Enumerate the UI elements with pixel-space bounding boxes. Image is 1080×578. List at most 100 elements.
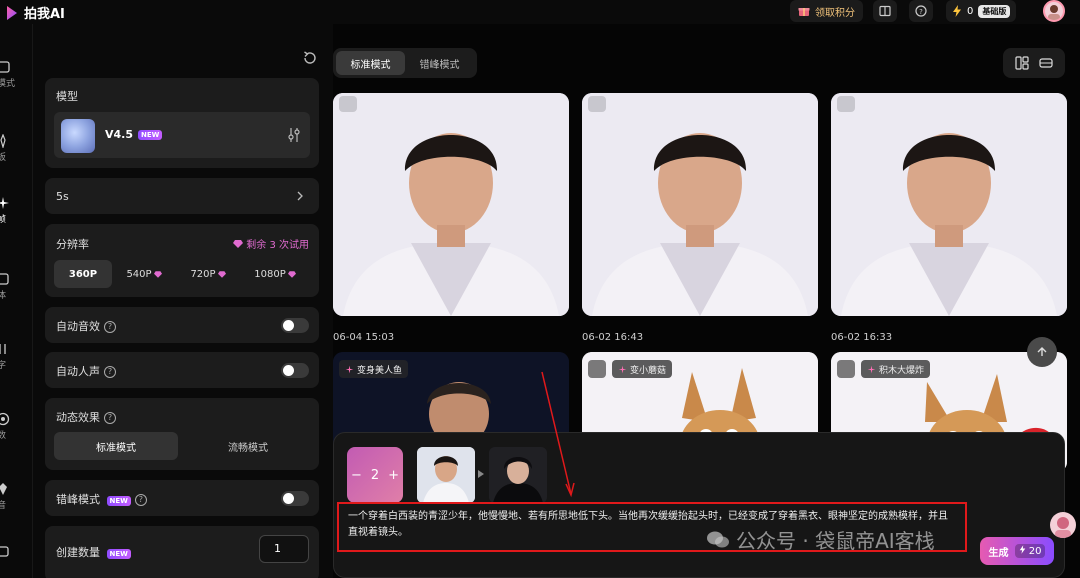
layout-panel-button[interactable] xyxy=(873,0,897,22)
count-text: 创建数量 xyxy=(56,546,100,559)
diamond-icon xyxy=(233,239,244,248)
model-name: V4.5 xyxy=(105,128,133,141)
nav-item-label: 数 xyxy=(0,431,7,441)
video-card[interactable] xyxy=(582,93,818,316)
stepper-value: 2 xyxy=(370,467,380,483)
energy-balance[interactable]: 0 基础版 xyxy=(946,0,1017,22)
model-section-label: 模型 xyxy=(56,90,78,103)
app-root: 拍我AI 领取积分 ? 0 基础版 模式 板 帧 体 字 数 音 模型 V4.5… xyxy=(0,0,1080,578)
generate-button[interactable]: 生成 20 xyxy=(980,537,1054,565)
boy-thumbnail xyxy=(417,447,475,503)
help-button[interactable]: ? xyxy=(909,0,933,22)
motion-text: 动态效果 xyxy=(56,411,100,424)
nav-item-text[interactable]: 字 xyxy=(0,342,33,378)
template-icon xyxy=(0,134,6,148)
list-view-icon[interactable] xyxy=(1039,56,1053,70)
help-icon[interactable]: ? xyxy=(104,412,116,424)
tier-badge: 基础版 xyxy=(978,4,1011,18)
motion-card: 动态效果? 标准模式 流畅模式 xyxy=(45,398,319,470)
offpeak-text: 错峰模式 xyxy=(56,493,100,506)
nav-item-more[interactable] xyxy=(0,544,33,578)
user-avatar[interactable] xyxy=(1043,0,1065,22)
motion-option-standard[interactable]: 标准模式 xyxy=(54,432,178,460)
generate-cost: 20 xyxy=(1014,544,1046,558)
nav-item-effect[interactable]: 数 xyxy=(0,412,33,448)
sparkle-icon xyxy=(0,197,9,209)
new-badge: NEW xyxy=(138,130,163,140)
help-icon[interactable]: ? xyxy=(104,366,116,378)
offpeak-label: 错峰模式 NEW? xyxy=(56,491,147,507)
claim-points-label: 领取积分 xyxy=(815,7,855,19)
resolution-label: 分辨率 xyxy=(56,238,89,251)
minus-icon[interactable]: − xyxy=(351,468,362,483)
nav-item-label: 音 xyxy=(0,501,7,511)
count-card: 创建数量 NEW 1 xyxy=(45,526,319,578)
sound-icon xyxy=(837,360,855,378)
energy-count: 0 xyxy=(967,5,974,17)
trial-remaining: 剩余 3 次试用 xyxy=(233,236,309,251)
auto-voice-text: 自动人声 xyxy=(56,365,100,378)
audio-icon xyxy=(0,483,7,495)
sound-icon xyxy=(588,360,606,378)
video-card[interactable] xyxy=(831,93,1067,316)
auto-sfx-text: 自动音效 xyxy=(56,320,100,333)
motion-segmented: 标准模式 流畅模式 xyxy=(54,432,310,460)
resolution-option-label: 1080P xyxy=(254,268,286,280)
count-input[interactable]: 1 xyxy=(259,535,309,563)
tab-offpeak[interactable]: 错峰模式 xyxy=(405,51,474,75)
plus-icon[interactable]: + xyxy=(388,468,399,483)
card-tag-icon xyxy=(588,96,606,112)
view-layout-toggle xyxy=(1003,48,1065,78)
model-thumbnail xyxy=(61,119,95,153)
sparkle-icon xyxy=(618,365,627,373)
resolution-option-1080p[interactable]: 1080P xyxy=(240,260,310,288)
duration-selector[interactable]: 5s xyxy=(45,178,319,214)
offpeak-toggle[interactable] xyxy=(281,491,309,506)
claim-points-button[interactable]: 领取积分 xyxy=(790,0,863,22)
tab-standard[interactable]: 标准模式 xyxy=(336,51,405,75)
auto-voice-toggle[interactable] xyxy=(281,363,309,378)
sparkle-icon xyxy=(867,365,876,373)
resolution-option-540p[interactable]: 540P xyxy=(112,260,176,288)
video-icon xyxy=(0,61,10,73)
nav-item-frame[interactable]: 帧 xyxy=(0,196,33,232)
auto-voice-row: 自动人声? xyxy=(45,352,319,388)
nav-item-subject[interactable]: 体 xyxy=(0,272,33,308)
motion-option-smooth[interactable]: 流畅模式 xyxy=(186,432,310,460)
auto-sfx-toggle[interactable] xyxy=(281,318,309,333)
book-icon xyxy=(879,5,891,17)
assistant-avatar[interactable] xyxy=(1050,512,1076,538)
resolution-option-720p[interactable]: 720P xyxy=(176,260,240,288)
tune-icon[interactable] xyxy=(287,127,301,143)
resolution-option-label: 540P xyxy=(126,268,152,280)
nav-item-audio[interactable]: 音 xyxy=(0,482,33,518)
grid-view-icon[interactable] xyxy=(1015,56,1029,70)
diamond-icon xyxy=(153,270,162,278)
portrait-thumbnail xyxy=(333,93,569,316)
card-timestamp: 06-04 15:03 xyxy=(333,332,395,343)
effect-label: 变小蘑菇 xyxy=(630,365,667,376)
reference-image-boy[interactable] xyxy=(417,447,475,503)
motion-label: 动态效果? xyxy=(56,409,116,425)
nav-item-label: 体 xyxy=(0,291,7,301)
prompt-panel: − 2 + 一个穿着白西装的青涩少年，他慢慢地、若有所思地低下头。当他再次缓缓抬… xyxy=(333,432,1065,578)
image-count-stepper[interactable]: − 2 + xyxy=(347,447,403,503)
help-icon[interactable]: ? xyxy=(104,321,116,333)
video-card[interactable] xyxy=(333,93,569,316)
effect-label: 积木大爆炸 xyxy=(879,365,925,376)
effect-icon xyxy=(0,412,10,426)
wechat-icon xyxy=(707,531,729,547)
model-selector[interactable]: V4.5 NEW xyxy=(54,112,310,158)
app-logo[interactable]: 拍我AI xyxy=(6,3,65,22)
reference-image-man[interactable] xyxy=(489,447,547,503)
arrow-up-icon xyxy=(1037,347,1047,356)
model-card: 模型 V4.5 NEW xyxy=(45,78,319,168)
resolution-option-360p[interactable]: 360P xyxy=(54,260,112,288)
nav-item-mode[interactable]: 模式 xyxy=(0,60,33,96)
scroll-to-top-button[interactable] xyxy=(1027,337,1057,367)
gift-icon xyxy=(798,8,810,16)
reset-icon[interactable] xyxy=(302,50,318,66)
help-icon[interactable]: ? xyxy=(134,494,147,506)
nav-item-template[interactable]: 板 xyxy=(0,134,33,170)
svg-text:?: ? xyxy=(919,8,923,16)
